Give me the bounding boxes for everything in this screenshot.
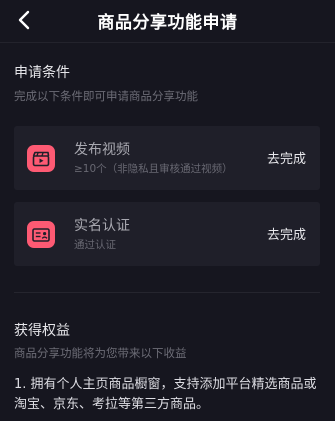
condition-title: 实名认证 bbox=[74, 218, 130, 234]
video-clapper-icon bbox=[27, 145, 55, 172]
nav-divider bbox=[0, 42, 335, 43]
id-card-icon bbox=[27, 221, 55, 248]
go-complete-button[interactable]: 去完成 bbox=[267, 224, 306, 243]
benefits-section-title: 获得权益 bbox=[14, 323, 70, 339]
condition-subtitle: 通过认证 bbox=[74, 239, 116, 251]
go-complete-button[interactable]: 去完成 bbox=[267, 148, 306, 167]
top-nav-bar: 商品分享功能申请 bbox=[0, 0, 335, 42]
conditions-section-subtitle: 完成以下条件即可申请商品分享功能 bbox=[14, 89, 198, 103]
condition-title: 发布视频 bbox=[74, 142, 130, 158]
benefit-item-line: 1. 拥有个人主页商品橱窗，支持添加平台精选商品或 bbox=[14, 377, 317, 392]
conditions-section-title: 申请条件 bbox=[14, 65, 70, 81]
share-function-application-page: 商品分享功能申请 申请条件 完成以下条件即可申请商品分享功能 发布视频 ≥10个… bbox=[0, 0, 335, 421]
section-divider bbox=[14, 292, 320, 293]
page-title: 商品分享功能申请 bbox=[97, 13, 238, 33]
condition-card-real-name: 实名认证 通过认证 去完成 bbox=[14, 202, 320, 266]
benefit-item: 1. 拥有个人主页商品橱窗，支持添加平台精选商品或 淘宝、京东、考拉等第三方商品… bbox=[14, 375, 324, 415]
benefit-item-line: 淘宝、京东、考拉等第三方商品。 bbox=[14, 397, 210, 412]
benefits-section-subtitle: 商品分享功能将为您带来以下收益 bbox=[14, 346, 187, 360]
condition-subtitle: ≥10个（非隐私且审核通过视频） bbox=[74, 163, 233, 175]
condition-card-publish-video: 发布视频 ≥10个（非隐私且审核通过视频） 去完成 bbox=[14, 126, 320, 190]
